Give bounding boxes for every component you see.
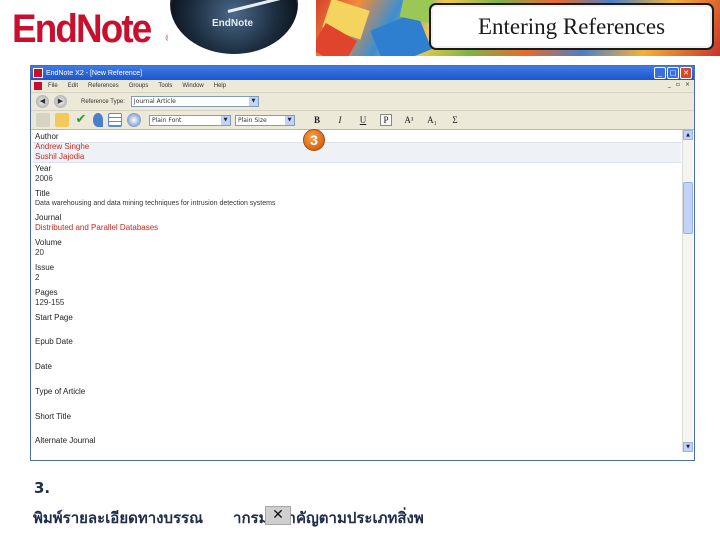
field-value-title[interactable]: Data warehousing and data mining techniq…: [35, 199, 275, 209]
dial-graphic: EndNote: [168, 0, 300, 56]
doc-restore-button[interactable]: ▫: [676, 81, 680, 88]
field-value-pages[interactable]: 129-155: [35, 298, 64, 308]
menu-tools[interactable]: Tools: [158, 83, 172, 89]
chevron-down-icon: ▼: [248, 97, 258, 106]
document-icon: [34, 82, 42, 90]
symbol-button[interactable]: Σ: [449, 115, 461, 125]
scroll-up-arrow-icon[interactable]: ▲: [683, 130, 693, 140]
menu-help[interactable]: Help: [214, 83, 226, 89]
field-value-issue[interactable]: 2: [35, 273, 39, 283]
banner: EndNote ® EndNote Entering References: [0, 0, 720, 57]
field-label-issue: Issue: [35, 263, 55, 272]
menu-window[interactable]: Window: [182, 83, 203, 89]
pin-icon[interactable]: [93, 113, 103, 127]
field-label-pages: Pages: [35, 288, 58, 297]
step-marker-badge: 3: [303, 129, 325, 151]
font-value: Plain Font: [152, 116, 182, 124]
reference-type-value: Journal Article: [133, 98, 176, 105]
superscript-button[interactable]: A¹: [403, 115, 415, 125]
field-label-date: Date: [35, 362, 52, 371]
menu-items: File Edit References Groups Tools Window…: [48, 83, 226, 89]
app-icon: [33, 68, 43, 78]
field-label-short-title: Short Title: [35, 412, 72, 421]
folder-icon[interactable]: [55, 113, 69, 127]
vertical-scrollbar[interactable]: ▲ ▼: [682, 130, 693, 452]
author-field-highlight: [33, 142, 681, 163]
doc-close-button[interactable]: ×: [685, 81, 690, 88]
italic-button[interactable]: I: [334, 115, 346, 125]
menu-edit[interactable]: Edit: [68, 83, 78, 89]
scrollbar-thumb[interactable]: [683, 182, 693, 234]
maximize-button[interactable]: □: [667, 67, 679, 79]
doc-minimize-button[interactable]: _: [668, 81, 671, 88]
field-value-volume[interactable]: 20: [35, 248, 44, 258]
format-toolbar: ✔ Plain Font ▼ Plain Size ▼ B I U P A¹ A…: [31, 110, 694, 130]
step-number: 3.: [34, 479, 51, 497]
menubar: File Edit References Groups Tools Window…: [31, 80, 694, 92]
chevron-down-icon: ▼: [221, 115, 230, 125]
forward-arrow-icon[interactable]: ▶: [54, 95, 67, 108]
field-label-author: Author: [35, 132, 59, 141]
field-label-start-page: Start Page: [35, 313, 73, 322]
font-select[interactable]: Plain Font ▼: [149, 114, 231, 126]
close-x-icon[interactable]: ✕: [265, 506, 291, 525]
chevron-down-icon: ▼: [285, 115, 294, 125]
field-label-epub-date: Epub Date: [35, 337, 73, 346]
endnote-window: EndNote X2 - [New Reference] _ □ ✕ File …: [30, 65, 695, 461]
menu-file[interactable]: File: [48, 83, 58, 89]
field-label-alternate-journal: Alternate Journal: [35, 436, 96, 445]
field-label-type-of-article: Type of Article: [35, 387, 86, 396]
menu-groups[interactable]: Groups: [129, 83, 149, 89]
field-label-title: Title: [35, 189, 50, 198]
plain-button[interactable]: P: [380, 114, 392, 126]
back-arrow-icon[interactable]: ◀: [36, 95, 49, 108]
dial-label: EndNote: [212, 18, 254, 29]
caption-text-after: ากรมที่สำคัญตามประเภทสิ่งพ: [233, 509, 424, 527]
window-titlebar[interactable]: EndNote X2 - [New Reference] _ □ ✕: [31, 66, 694, 80]
link-icon[interactable]: [36, 113, 50, 127]
reference-toolbar: ◀ ▶ Reference Type: Journal Article ▼: [31, 92, 694, 110]
logo-text: EndNote: [12, 7, 152, 51]
window-controls: _ □ ✕: [654, 67, 692, 79]
field-label-year: Year: [35, 164, 52, 173]
field-label-volume: Volume: [35, 238, 62, 247]
web-icon[interactable]: [127, 113, 141, 127]
field-value-journal[interactable]: Distributed and Parallel Databases: [35, 223, 158, 233]
scroll-down-arrow-icon[interactable]: ▼: [683, 442, 693, 452]
menu-references[interactable]: References: [88, 83, 119, 89]
step-caption: พิมพ์รายละเอียดทางบรรณ ากรมที่สำคัญตามประ…: [33, 506, 693, 530]
underline-button[interactable]: U: [357, 115, 369, 125]
field-value-author-1[interactable]: Andrew Singhe: [35, 142, 89, 152]
reference-type-label: Reference Type:: [81, 98, 125, 105]
size-select[interactable]: Plain Size ▼: [235, 114, 295, 126]
reference-type-select[interactable]: Journal Article ▼: [130, 96, 259, 107]
field-label-journal: Journal: [35, 213, 62, 222]
field-value-year[interactable]: 2006: [35, 174, 53, 184]
window-title: EndNote X2 - [New Reference]: [46, 69, 143, 77]
checkmark-icon[interactable]: ✔: [74, 113, 88, 127]
subscript-button[interactable]: A₁: [426, 115, 438, 125]
close-window-button[interactable]: ✕: [680, 67, 692, 79]
caption-text-before: พิมพ์รายละเอียดทางบรรณ: [33, 509, 204, 527]
minimize-button[interactable]: _: [654, 67, 666, 79]
endnote-logo: EndNote ®: [12, 6, 173, 52]
slide-title-box: Entering References: [429, 3, 714, 50]
reference-form: Author Andrew Singhe Sushil Jajodia Year…: [33, 132, 681, 450]
slide-title: Entering References: [477, 13, 666, 39]
field-value-author-2[interactable]: Sushil Jajodia: [35, 152, 84, 162]
size-value: Plain Size: [238, 116, 267, 124]
table-icon[interactable]: [108, 113, 122, 127]
document-window-controls: _ ▫ ×: [668, 81, 690, 88]
bold-button[interactable]: B: [311, 115, 323, 125]
